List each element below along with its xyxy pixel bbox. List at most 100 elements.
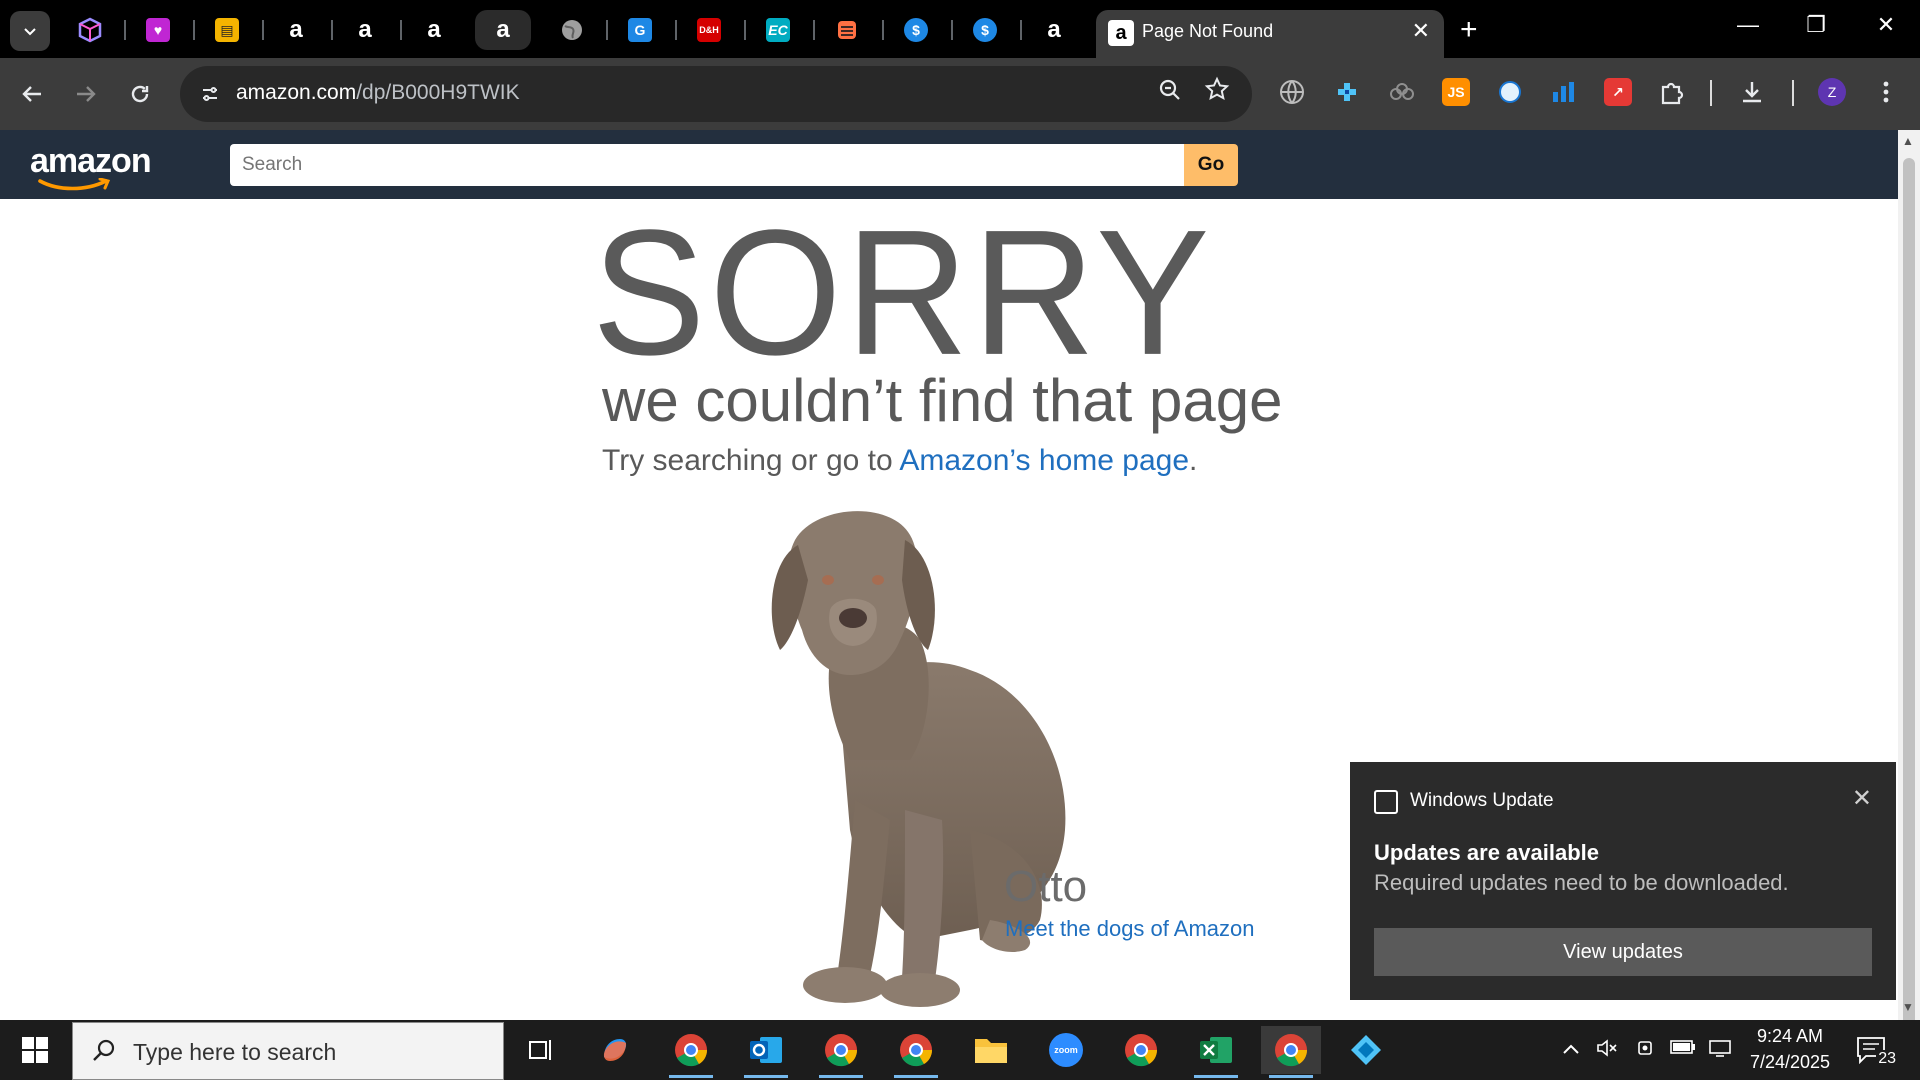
zoom-icon[interactable] — [1158, 78, 1182, 108]
not-found-subheading: we couldn’t find that page — [602, 367, 1283, 434]
tab-search-button[interactable] — [10, 11, 50, 51]
pinned-tab-book[interactable]: ▤ — [199, 10, 255, 50]
toast-close-icon[interactable]: ✕ — [1852, 784, 1872, 813]
windows-update-toast: Windows Update ✕ Updates are available R… — [1350, 762, 1896, 1000]
clock-time[interactable]: 9:24 AM — [1752, 1026, 1828, 1047]
page-scrollbar[interactable]: ▲ ▼ — [1898, 130, 1920, 1038]
battery-icon[interactable] — [1670, 1038, 1696, 1061]
outlook-app[interactable] — [736, 1026, 796, 1078]
zoom-app[interactable]: zoom — [1036, 1026, 1096, 1074]
chart-extension-icon[interactable] — [1550, 78, 1578, 106]
pinned-tab-dollar-1[interactable]: $ — [888, 10, 944, 50]
cube-icon — [78, 17, 102, 43]
amazon-icon: a — [1108, 20, 1134, 46]
reload-button[interactable] — [120, 74, 160, 114]
chrome-app[interactable] — [1111, 1026, 1171, 1074]
pinned-tab-stack[interactable] — [819, 10, 875, 50]
amazon-go-button[interactable]: Go — [1184, 144, 1238, 186]
chrome-icon — [1275, 1034, 1308, 1067]
url-path: /dp/B000H9TWIK — [356, 81, 520, 104]
notification-center-button[interactable]: 23 — [1854, 1030, 1898, 1070]
toast-app-name: Windows Update — [1410, 790, 1554, 811]
site-info-icon[interactable] — [196, 80, 224, 108]
chrome-profile-3-app[interactable] — [886, 1026, 946, 1078]
scroll-thumb[interactable] — [1903, 158, 1915, 1038]
pinned-tab-amazon-1[interactable]: a — [268, 10, 324, 50]
amazon-logo[interactable]: amazon — [30, 142, 152, 181]
dollar-icon: $ — [904, 18, 928, 42]
pinned-tab-amazon-5[interactable]: a — [1026, 10, 1082, 50]
diamond-app-icon — [1351, 1035, 1381, 1065]
diamond-app[interactable] — [1336, 1026, 1396, 1074]
copilot-icon — [603, 1039, 627, 1061]
download-icon[interactable] — [1738, 78, 1766, 106]
url-host: amazon.com — [236, 81, 357, 104]
close-window-button[interactable]: ✕ — [1866, 12, 1906, 38]
browser-toolbar: amazon.com/dp/B000H9TWIK JS ↗ Z — [0, 58, 1920, 130]
excel-app[interactable] — [1186, 1026, 1246, 1078]
network-icon[interactable] — [1708, 1038, 1732, 1064]
pinned-tab-globe[interactable] — [544, 10, 600, 50]
back-button[interactable] — [12, 74, 52, 114]
profile-avatar[interactable]: Z — [1818, 78, 1846, 106]
extensions-puzzle-icon[interactable] — [1658, 78, 1686, 106]
ec-icon: EC — [766, 18, 790, 42]
pinned-tab-amazon-3[interactable]: a — [406, 10, 462, 50]
pinned-tab-heart-app[interactable]: ♥ — [130, 10, 186, 50]
new-tab-button[interactable]: + — [1460, 12, 1478, 48]
globe-icon — [562, 20, 582, 40]
arrow-right-icon — [77, 86, 96, 102]
meet-dogs-link[interactable]: Meet the dogs of Amazon — [1005, 916, 1255, 942]
amazon-search-input[interactable] — [230, 144, 1184, 186]
view-updates-button[interactable]: View updates — [1374, 928, 1872, 976]
folder-icon — [975, 1039, 1007, 1063]
volume-muted-icon[interactable] — [1596, 1038, 1618, 1064]
show-hidden-icons-icon[interactable] — [1562, 1038, 1580, 1061]
pinned-tab-amazon-2[interactable]: a — [337, 10, 393, 50]
globe-extension-icon[interactable] — [1278, 78, 1306, 106]
chrome-icon — [900, 1034, 933, 1067]
js-extension-icon[interactable]: JS — [1442, 78, 1470, 106]
url-text[interactable]: amazon.com/dp/B000H9TWIK — [236, 81, 520, 105]
more-menu-icon[interactable] — [1872, 78, 1900, 106]
close-tab-icon[interactable]: ✕ — [1412, 18, 1430, 44]
puzzle-blue-extension-icon[interactable] — [1333, 78, 1361, 106]
windows-logo-icon — [22, 1037, 48, 1063]
file-explorer-app[interactable] — [961, 1026, 1021, 1074]
amazon-home-link[interactable]: Amazon’s home page — [899, 444, 1189, 477]
chrome-active-app[interactable] — [1261, 1026, 1321, 1078]
pinned-tab-amazon-4[interactable]: a — [475, 10, 531, 50]
address-bar[interactable]: amazon.com/dp/B000H9TWIK — [180, 66, 1252, 122]
g-app-icon: G — [628, 18, 652, 42]
reload-icon — [131, 85, 149, 103]
amazon-icon: a — [1047, 16, 1061, 43]
bookmark-star-icon[interactable] — [1204, 76, 1230, 109]
task-view-button[interactable] — [510, 1026, 570, 1074]
pinned-tab-dollar-2[interactable]: $ — [957, 10, 1013, 50]
forward-button[interactable] — [66, 74, 106, 114]
chrome-profile-1-app[interactable] — [661, 1026, 721, 1078]
amazon-header: amazon Go — [0, 130, 1898, 199]
chrome-profile-2-app[interactable] — [811, 1026, 871, 1078]
pinned-tab-cube[interactable] — [62, 10, 118, 50]
scroll-down-arrow-icon[interactable]: ▼ — [1902, 1000, 1914, 1014]
dog-name: Otto — [1004, 862, 1088, 911]
pinned-tab-ec[interactable]: EC — [750, 10, 806, 50]
cloud-extension-icon[interactable] — [1388, 78, 1416, 106]
minimize-button[interactable]: — — [1728, 12, 1768, 38]
arrow-extension-icon[interactable]: ↗ — [1604, 78, 1632, 106]
scroll-up-arrow-icon[interactable]: ▲ — [1902, 134, 1914, 148]
pinned-tab-dh[interactable]: D&H — [681, 10, 737, 50]
try-prefix: Try searching or go to — [602, 444, 900, 477]
taskbar-search-box[interactable]: Type here to search — [72, 1022, 504, 1080]
clock-date[interactable]: 7/24/2025 — [1744, 1052, 1836, 1073]
amazon-smile-icon — [38, 178, 111, 191]
pinned-tab-g-app[interactable]: G — [612, 10, 668, 50]
circle-extension-icon[interactable] — [1496, 78, 1524, 106]
copilot-app[interactable] — [585, 1026, 645, 1074]
stack-icon — [838, 21, 856, 39]
start-button[interactable] — [0, 1020, 70, 1080]
tab-page-not-found[interactable]: a Page Not Found ✕ — [1096, 10, 1444, 58]
meet-now-icon[interactable] — [1636, 1038, 1656, 1064]
restore-button[interactable]: ❐ — [1796, 12, 1836, 38]
